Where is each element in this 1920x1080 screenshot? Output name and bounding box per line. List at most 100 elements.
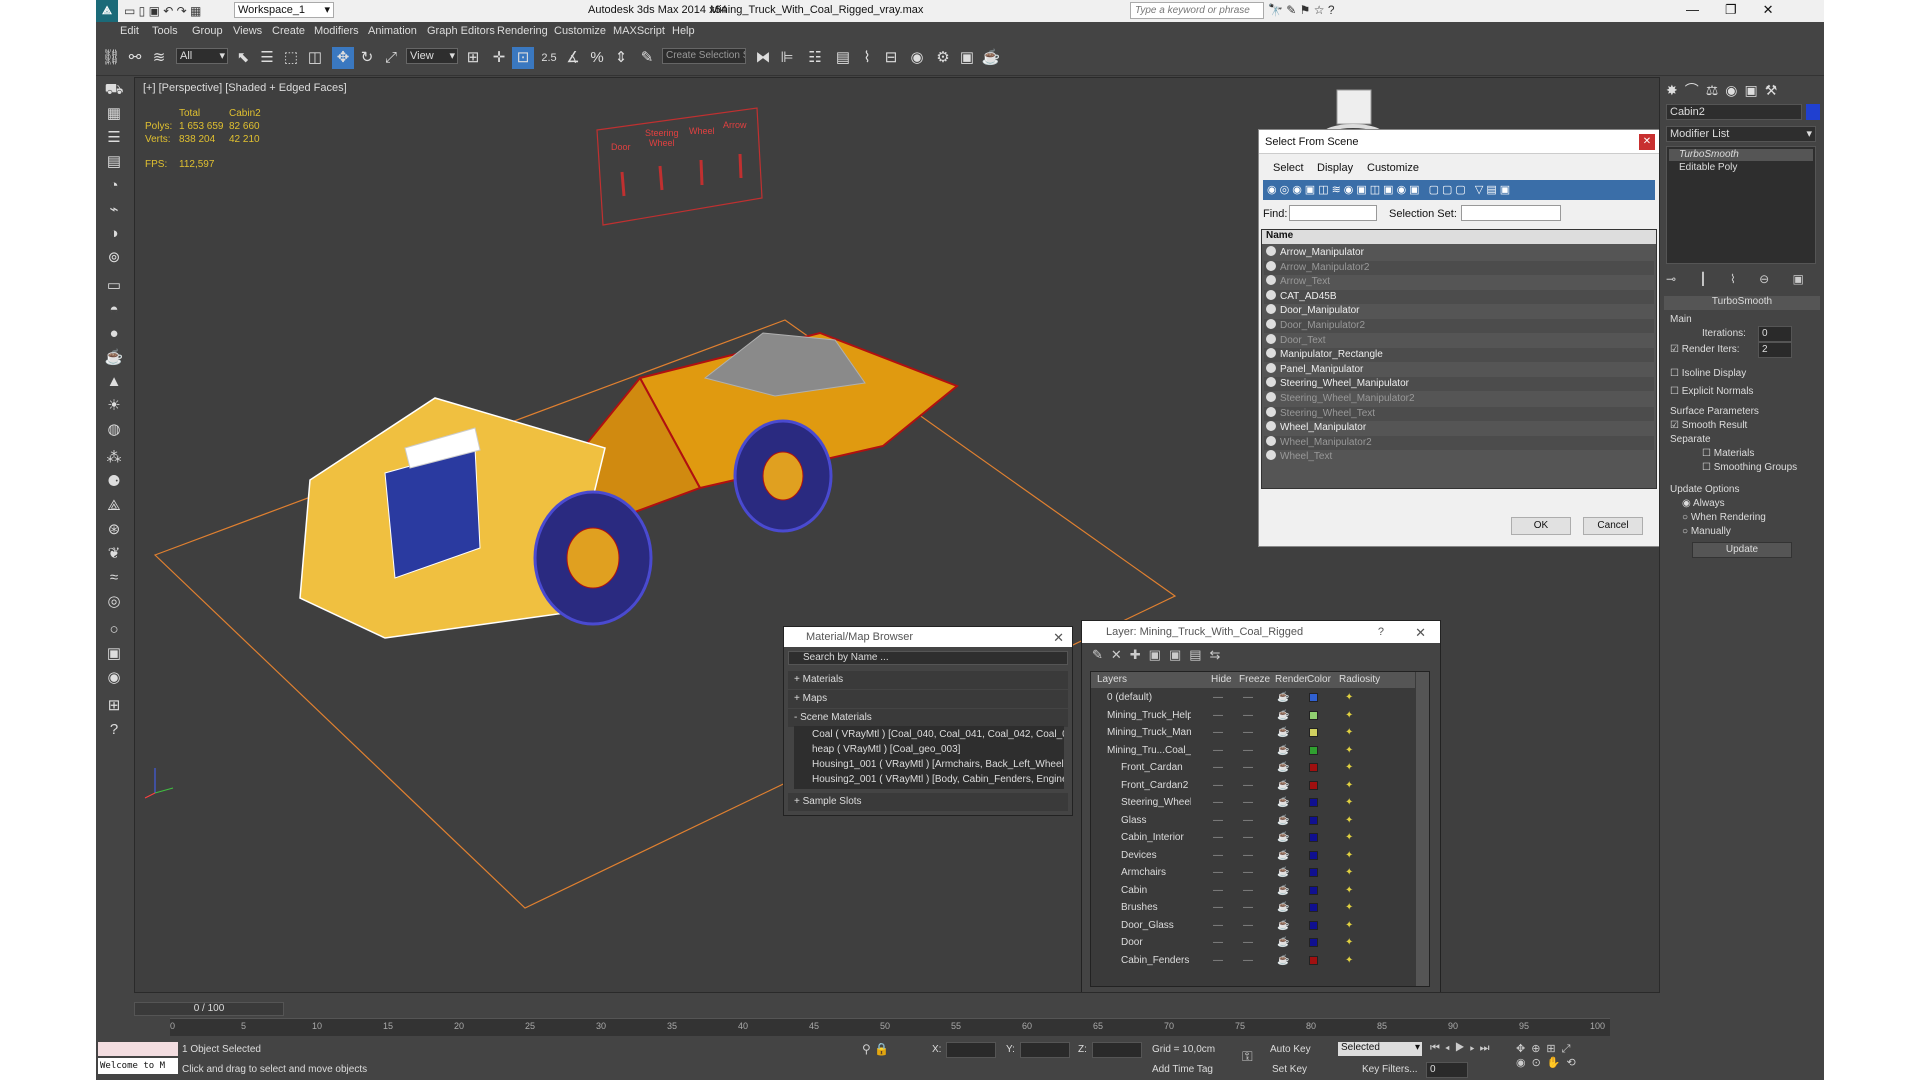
radiosity-icon[interactable]: ✦ <box>1345 917 1353 934</box>
layer-color-swatch[interactable] <box>1309 850 1318 860</box>
hide-toggle[interactable]: — <box>1213 742 1223 759</box>
render-teapot-icon[interactable]: ☕ <box>1277 812 1289 829</box>
time-slider[interactable]: 0 / 100 <box>134 1002 284 1016</box>
menu-modifiers[interactable]: Modifiers <box>314 25 359 37</box>
help-icon[interactable]: ? <box>103 720 125 740</box>
snowball-icon[interactable]: ○ <box>103 620 125 640</box>
window-crossing-icon[interactable]: ◫ <box>304 47 326 69</box>
globe-icon[interactable]: ◉ <box>103 668 125 688</box>
lightbulb-icon[interactable]: ◍ <box>103 420 125 440</box>
layer-color-swatch[interactable] <box>1309 745 1318 755</box>
isoline-checkbox[interactable]: ☐ Isoline Display <box>1670 368 1746 379</box>
layer-row[interactable]: 0 (default) — — ☕ ✦ <box>1091 689 1415 706</box>
layer-color-swatch[interactable] <box>1309 798 1318 807</box>
menu-rendering[interactable]: Rendering <box>497 25 548 37</box>
hide-toggle[interactable]: — <box>1213 882 1223 899</box>
freeze-toggle[interactable]: — <box>1243 777 1253 794</box>
box-icon[interactable]: ▭ <box>103 276 125 296</box>
pivot-center-icon[interactable]: ⊞ <box>462 47 484 69</box>
render-teapot-icon[interactable]: ☕ <box>1277 689 1289 706</box>
layer-row[interactable]: Devices — — ☕ ✦ <box>1091 847 1415 864</box>
menu-graph-editors[interactable]: Graph Editors <box>427 25 495 37</box>
help-icon[interactable]: ? <box>1378 626 1384 638</box>
freeze-toggle[interactable]: — <box>1243 829 1253 846</box>
freeze-toggle[interactable]: — <box>1243 759 1253 776</box>
align-icon[interactable]: ⊫ <box>776 47 798 69</box>
angle-snap-icon[interactable]: ∡ <box>562 47 584 69</box>
radiosity-icon[interactable]: ✦ <box>1345 724 1353 741</box>
y-coord-field[interactable] <box>1020 1042 1070 1058</box>
dynamics-icon[interactable]: ⚈ <box>103 472 125 492</box>
render-teapot-icon[interactable]: ☕ <box>1277 899 1289 916</box>
keyboard-shortcut-icon[interactable]: ⊡ <box>512 47 534 69</box>
particles-icon[interactable]: ⁂ <box>103 448 125 468</box>
layer-color-swatch[interactable] <box>1309 955 1318 965</box>
display-menu[interactable]: Display <box>1317 162 1353 174</box>
hide-toggle[interactable]: — <box>1213 917 1223 934</box>
close-icon[interactable]: ✕ <box>1639 134 1655 150</box>
render-teapot-icon[interactable]: ☕ <box>1277 847 1289 864</box>
scene-object-item[interactable]: Arrow_Text <box>1264 275 1654 290</box>
layer-color-swatch[interactable] <box>1309 868 1318 877</box>
turbosmooth-rollout-header[interactable]: TurboSmooth <box>1664 296 1820 310</box>
scene-object-item[interactable]: Door_Text <box>1264 333 1654 348</box>
layer-toolbar[interactable]: ✎✕✚▣▣▤⇆ <box>1092 647 1292 667</box>
infocenter-icons[interactable]: 🔭 ✎ ⚑ ☆ ? <box>1268 3 1388 17</box>
radiosity-icon[interactable]: ✦ <box>1345 882 1353 899</box>
layer-color-swatch[interactable] <box>1309 938 1318 947</box>
scene-object-item[interactable]: Steering_Wheel_Manipulator2 <box>1264 392 1654 406</box>
set-key-button[interactable]: Set Key <box>1272 1064 1307 1075</box>
track-bar[interactable]: 0 5 10 15 20 25 30 35 40 45 50 55 60 65 70 75 80 85 90 95 10… <box>170 1018 1610 1036</box>
radiosity-icon[interactable]: ✦ <box>1345 777 1353 794</box>
window-controls[interactable]: — ❐ ✕ <box>1686 2 1816 18</box>
helper-icon[interactable]: ⟁ <box>103 496 125 516</box>
scene-object-item[interactable]: Wheel_Text <box>1264 450 1654 465</box>
display-floater-icon[interactable]: ▦ <box>103 104 125 124</box>
bind-spacewarp-icon[interactable]: ≋ <box>148 47 170 69</box>
list-icon[interactable]: ☰ <box>103 128 125 148</box>
container-icon[interactable]: ⛟ <box>103 80 125 100</box>
layer-color-swatch[interactable] <box>1309 693 1318 702</box>
modifier-list-dropdown[interactable]: Modifier List ▾ <box>1666 126 1816 142</box>
ok-button[interactable]: OK <box>1511 517 1571 535</box>
layer-row[interactable]: Brushes — — ☕ ✦ <box>1091 899 1415 916</box>
layer-color-swatch[interactable] <box>1309 710 1318 720</box>
cancel-button[interactable]: Cancel <box>1583 517 1643 535</box>
object-color-swatch[interactable] <box>1806 104 1820 120</box>
layer-row[interactable]: Door_Glass — — ☕ ✦ <box>1091 917 1415 934</box>
layer-manager-icon[interactable]: ☷ <box>804 47 826 69</box>
cone-icon[interactable]: ▲ <box>103 372 125 392</box>
hide-toggle[interactable]: — <box>1213 812 1223 829</box>
select-menu[interactable]: Select <box>1273 162 1304 174</box>
hide-toggle[interactable]: — <box>1213 934 1223 951</box>
menu-views[interactable]: Views <box>233 25 262 37</box>
layer-color-swatch[interactable] <box>1309 815 1318 825</box>
sep-materials-checkbox[interactable]: ☐ Materials <box>1702 448 1754 459</box>
select-move-icon[interactable]: ✥ <box>332 47 354 69</box>
freeze-toggle[interactable]: — <box>1243 724 1253 741</box>
menu-edit[interactable]: Edit <box>120 25 139 37</box>
render-teapot-icon[interactable]: ☕ <box>1277 882 1289 899</box>
grid-icon[interactable]: ▤ <box>103 152 125 172</box>
layer-list[interactable]: Layers Hide Freeze Render Color Radiosit… <box>1090 671 1430 987</box>
freeze-toggle[interactable]: — <box>1243 899 1253 916</box>
snaps-toggle-icon[interactable]: 2.5 <box>538 47 560 69</box>
ref-coord-dropdown[interactable]: View ▾ <box>406 48 458 64</box>
render-teapot-icon[interactable]: ☕ <box>1277 917 1289 934</box>
freeze-toggle[interactable]: — <box>1243 864 1253 881</box>
radiosity-icon[interactable]: ✦ <box>1345 742 1353 759</box>
menu-maxscript[interactable]: MAXScript <box>613 25 665 37</box>
layer-row[interactable]: Mining_Truck_Helpe — — ☕ ✦ <box>1091 707 1415 724</box>
render-teapot-icon[interactable]: ☕ <box>1277 707 1289 724</box>
layer-color-swatch[interactable] <box>1309 780 1318 790</box>
lock-selection-icon[interactable]: ⚲ 🔒 <box>862 1042 889 1056</box>
cloth-icon[interactable]: ◎ <box>103 592 125 612</box>
auto-key-button[interactable]: Auto Key <box>1270 1044 1311 1055</box>
link-icon[interactable]: ⛓ <box>100 47 122 69</box>
render-iters-checkbox[interactable]: ☑ Render Iters: <box>1670 344 1740 355</box>
manually-radio[interactable]: ○ Manually <box>1682 526 1731 537</box>
radiosity-icon[interactable]: ✦ <box>1345 689 1353 706</box>
menu-animation[interactable]: Animation <box>368 25 417 37</box>
stack-controls[interactable]: ⊸ ┃ ⌇ ⊖ ▣ <box>1666 272 1816 288</box>
light-icon[interactable]: ◔ <box>103 176 125 196</box>
